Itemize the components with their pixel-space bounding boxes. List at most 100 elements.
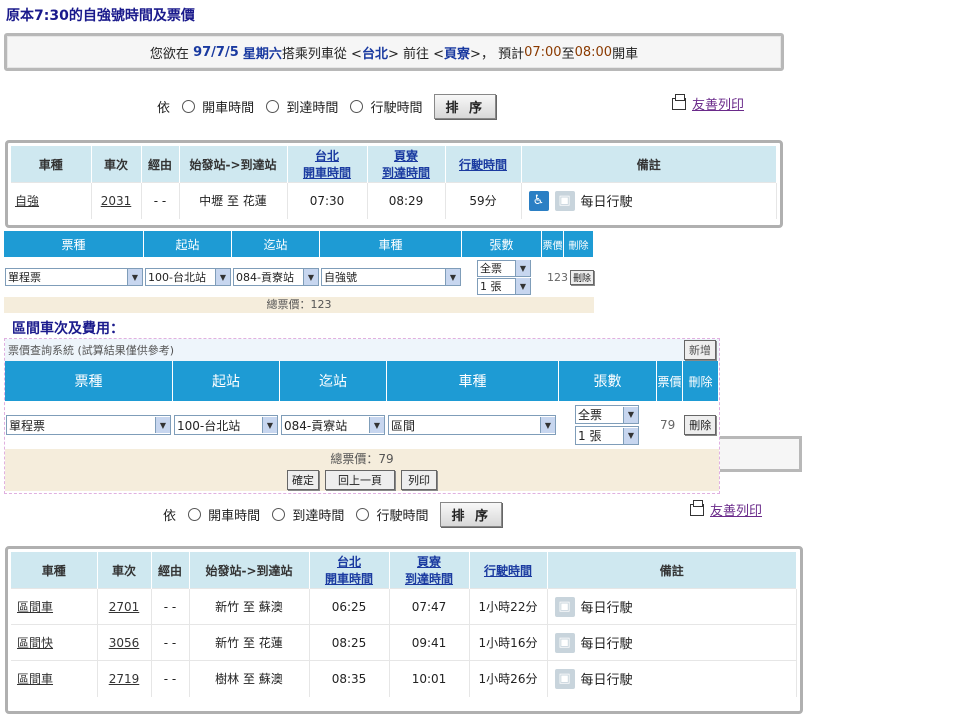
col-type: 車種: [11, 552, 98, 589]
train-dep: 08:35: [309, 660, 390, 697]
ticket-qty-select[interactable]: 1 張 ▼: [575, 426, 639, 445]
col-arr[interactable]: 頁寮 到達時間: [389, 552, 470, 589]
train-remark: 每日行駛: [580, 195, 633, 211]
train-no-link[interactable]: 3056: [97, 624, 152, 661]
fare-panel-local: 票價查詢系統 (試算結果僅供參考) 新增 票種 起站 迄站 車種 張數 票價 刪…: [4, 338, 720, 494]
train-type-select[interactable]: 區間 ▼: [388, 415, 556, 435]
print-button[interactable]: 列印: [401, 470, 437, 490]
sort-row-1: 依 開車時間 到達時間 行駛時間 排 序: [157, 94, 497, 119]
friendly-print-label: 友善列印: [692, 98, 745, 113]
sort-departure-radio[interactable]: [188, 508, 202, 521]
fare-col-to: 迄站: [280, 361, 387, 401]
sort-duration-radio[interactable]: [350, 100, 364, 113]
fare-col-from: 起站: [173, 361, 280, 401]
train-type-link[interactable]: 區間快: [11, 624, 98, 661]
train-remark: 每日行駛: [580, 601, 633, 616]
ticket-qty-select[interactable]: 1 張 ▼: [477, 277, 531, 295]
train-route: 樹林 至 蘇澳: [189, 660, 310, 697]
train-type-select[interactable]: 自強號 ▼: [321, 268, 461, 286]
train-via: - -: [141, 182, 180, 219]
sort-duration-label: 行駛時間: [370, 101, 423, 116]
summary-from: 台北: [361, 46, 388, 62]
table-row: 區間車 2719 - - 樹林 至 蘇澳 08:35 10:01 1小時26分 …: [11, 660, 797, 697]
train-duration: 1小時22分: [469, 588, 548, 625]
search-summary-bar: 您欲在 97/7/5 星期六 搭乘列車從 < 台北 > 前往 < 頁寮 >， 預…: [4, 33, 784, 71]
train-no-link[interactable]: 2031: [91, 182, 142, 219]
fare-col-price: 票價: [542, 231, 564, 257]
summary-t1: 07:00: [524, 44, 562, 60]
fare-col-ticket: 票種: [5, 361, 173, 401]
train-arr: 09:41: [389, 624, 470, 661]
friendly-print-link[interactable]: 友善列印: [672, 93, 745, 113]
to-station-select[interactable]: 084-貢寮站 ▼: [233, 268, 319, 286]
summary-mid1: 搭乘列車從 <: [281, 46, 362, 62]
sort-by-label: 依: [157, 101, 171, 116]
page-heading-express: 原本7:30的自強號時間及票價: [6, 8, 195, 24]
fare-total: 總票價：79: [5, 449, 719, 469]
train-no-link[interactable]: 2719: [97, 660, 152, 697]
friendly-print-label: 友善列印: [710, 504, 763, 519]
wheelchair-icon: ♿: [528, 190, 549, 211]
train-duration: 1小時16分: [469, 624, 548, 661]
to-station-select[interactable]: 084-貢寮站 ▼: [281, 415, 385, 435]
delete-button[interactable]: 刪除: [684, 415, 717, 435]
sort-departure-label: 開車時間: [202, 101, 255, 116]
seat-icon: ▣: [554, 632, 575, 653]
fare-col-price: 票價: [657, 361, 683, 401]
train-via: - -: [151, 660, 190, 697]
train-type-link[interactable]: 區間車: [11, 588, 98, 625]
seat-icon: ▣: [554, 190, 575, 211]
train-type-link[interactable]: 自強: [11, 182, 92, 219]
friendly-print-link[interactable]: 友善列印: [690, 499, 763, 519]
sort-button[interactable]: 排 序: [440, 502, 503, 527]
train-duration: 1小時26分: [469, 660, 548, 697]
page-heading-local: 區間車次及費用：: [12, 321, 124, 337]
col-dep[interactable]: 台北 開車時間: [287, 146, 368, 183]
confirm-button[interactable]: 確定: [287, 470, 319, 490]
fare-panel-express: 票種 起站 迄站 車種 張數 票價 刪除 單程票 ▼ 100-台北站 ▼ 084-貢…: [4, 231, 595, 313]
col-duration[interactable]: 行駛時間: [445, 146, 522, 183]
fare-price: 123: [547, 270, 568, 284]
from-station-select[interactable]: 100-台北站 ▼: [174, 415, 278, 435]
sort-departure-label: 開車時間: [208, 509, 261, 524]
train-route: 新竹 至 花蓮: [189, 624, 310, 661]
train-dep: 06:25: [309, 588, 390, 625]
summary-mid3: >，: [470, 46, 494, 62]
back-button[interactable]: 回上一頁: [325, 470, 395, 490]
table-row: 區間車 2701 - - 新竹 至 蘇澳 06:25 07:47 1小時22分 …: [11, 588, 797, 625]
ticket-type-select[interactable]: 單程票 ▼: [6, 415, 171, 435]
col-duration[interactable]: 行駛時間: [469, 552, 548, 589]
train-remark: 每日行駛: [580, 637, 633, 652]
fare-total: 總票價：123: [4, 297, 594, 313]
sort-row-2: 依 開車時間 到達時間 行駛時間 排 序: [163, 502, 503, 527]
col-no: 車次: [97, 552, 152, 589]
info-bar-fragment: [720, 436, 802, 472]
summary-to-word: 至: [561, 46, 575, 62]
table-row: 自強 2031 - - 中壢 至 花蓮 07:30 08:29 59分 ♿ ▣ …: [11, 182, 777, 219]
sort-arrival-radio[interactable]: [272, 508, 286, 521]
train-via: - -: [151, 588, 190, 625]
summary-est: 預計: [498, 46, 525, 62]
from-station-select[interactable]: 100-台北站 ▼: [145, 268, 231, 286]
delete-button[interactable]: 刪除: [570, 269, 595, 285]
train-route: 新竹 至 蘇澳: [189, 588, 310, 625]
train-type-link[interactable]: 區間車: [11, 660, 98, 697]
train-duration: 59分: [445, 182, 522, 219]
sort-duration-label: 行駛時間: [376, 509, 429, 524]
train-no-link[interactable]: 2701: [97, 588, 152, 625]
sort-departure-radio[interactable]: [182, 100, 196, 113]
col-dep[interactable]: 台北 開車時間: [309, 552, 390, 589]
ticket-class-select[interactable]: 全票 ▼: [477, 259, 531, 277]
col-route: 始發站->到達站: [189, 552, 310, 589]
fare-price: 79: [660, 418, 676, 432]
ticket-class-select[interactable]: 全票 ▼: [575, 405, 639, 424]
col-via: 經由: [141, 146, 180, 183]
sort-duration-radio[interactable]: [356, 508, 370, 521]
col-remark: 備註: [521, 146, 777, 183]
sort-arrival-radio[interactable]: [266, 100, 280, 113]
seat-icon: ▣: [554, 596, 575, 617]
sort-button[interactable]: 排 序: [434, 94, 497, 119]
add-button[interactable]: 新增: [684, 340, 716, 360]
col-arr[interactable]: 頁寮 到達時間: [367, 146, 446, 183]
ticket-type-select[interactable]: 單程票 ▼: [5, 268, 143, 286]
